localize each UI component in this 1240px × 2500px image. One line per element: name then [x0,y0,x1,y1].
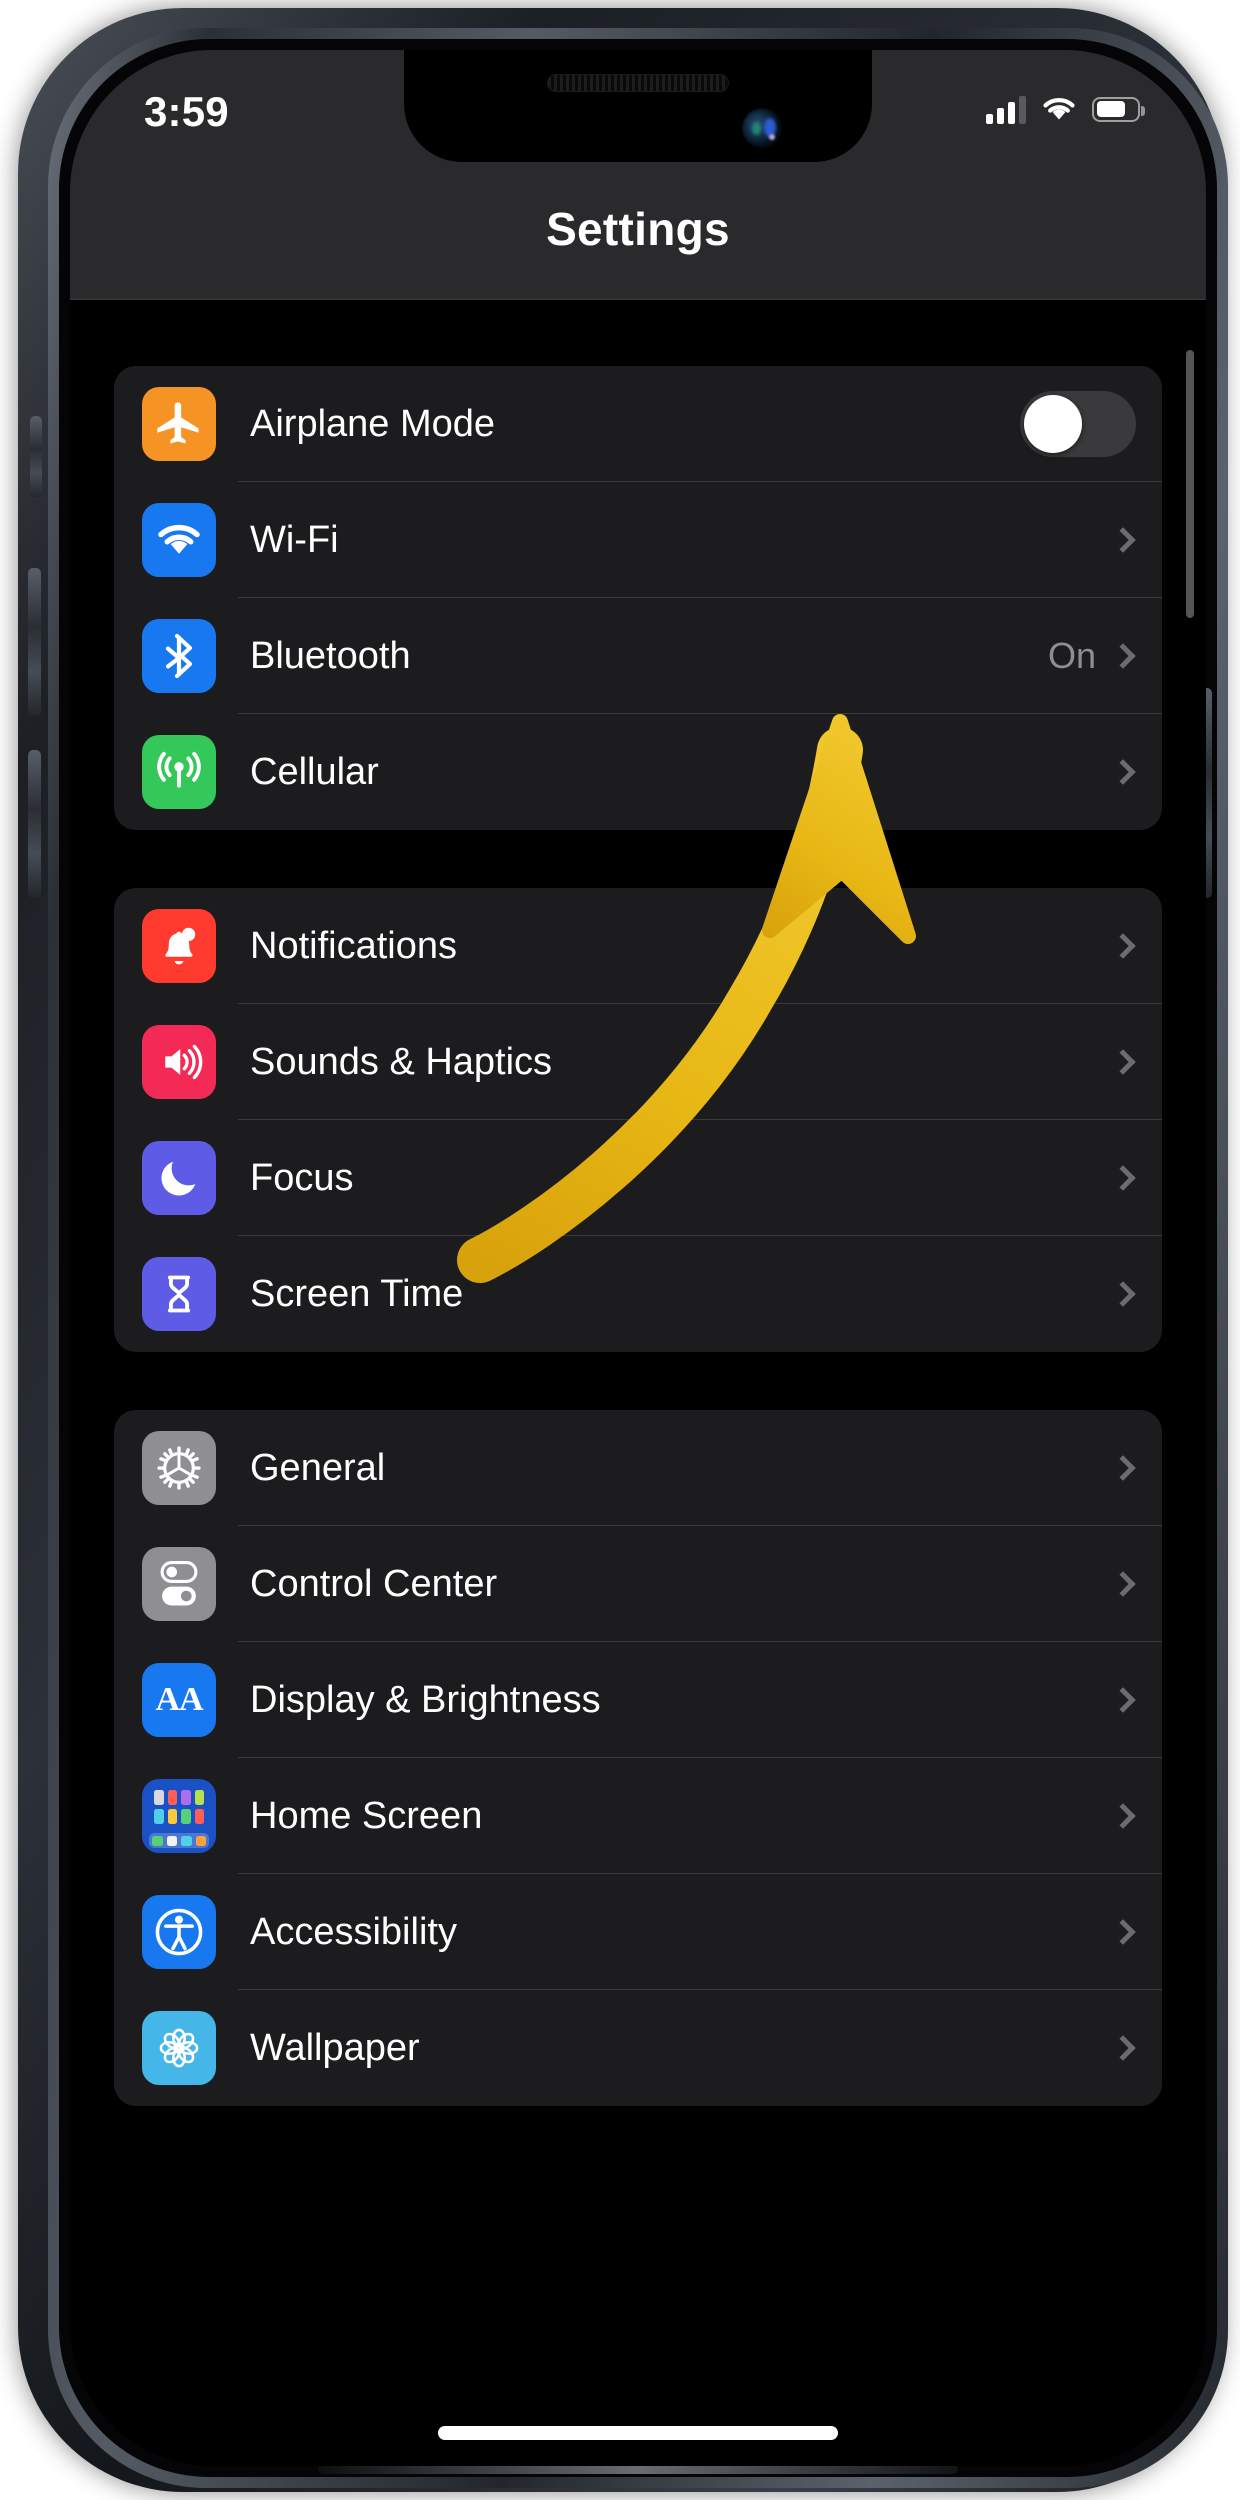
settings-row-label: Control Center [250,1562,498,1605]
hourglass-icon [142,1257,216,1331]
text-size-icon: AA [142,1663,216,1737]
volume-up-button[interactable] [28,568,41,716]
settings-row-control-center[interactable]: Control Center [114,1526,1162,1642]
settings-row-label: Display & Brightness [250,1678,601,1721]
chevron-right-icon [1110,1803,1136,1829]
cellular-icon [142,735,216,809]
settings-row-value: On [1047,635,1096,676]
chevron-right-icon [1110,1049,1136,1075]
settings-row-screen-time[interactable]: Screen Time [114,1236,1162,1352]
toggle-knob [1024,395,1082,453]
settings-row-label: Screen Time [250,1272,464,1315]
phone-frame: Settings 3:59 Airplane Mode Wi-Fi Blueto… [18,8,1228,2492]
phone-screen: Settings 3:59 Airplane Mode Wi-Fi Blueto… [70,50,1206,2466]
settings-group-alerts: Notifications Sounds & Haptics Focus Scr… [114,888,1162,1352]
scrollbar-indicator[interactable] [1186,350,1194,618]
silent-switch-button[interactable] [30,416,42,498]
settings-row-sounds-haptics[interactable]: Sounds & Haptics [114,1004,1162,1120]
settings-row-general[interactable]: General [114,1410,1162,1526]
home-indicator[interactable] [438,2426,838,2440]
settings-row-label: Home Screen [250,1794,483,1837]
airplane-icon [142,387,216,461]
gear-icon [142,1431,216,1505]
app-grid-dock [149,1833,209,1848]
settings-row-home-screen[interactable]: Home Screen [114,1758,1162,1874]
earpiece-speaker-icon [547,74,729,92]
flower-icon [142,2011,216,2085]
settings-row-label: Cellular [250,750,379,793]
chevron-right-icon [1110,2035,1136,2061]
settings-list: Airplane Mode Wi-Fi Bluetooth On Cellula… [70,300,1206,2466]
settings-row-airplane-mode[interactable]: Airplane Mode [114,366,1162,482]
bell-icon [142,909,216,983]
camera-lens-glint-violet [769,134,775,140]
notch [404,50,872,162]
speaker-icon [142,1025,216,1099]
wifi-icon [142,503,216,577]
front-camera-icon [742,108,782,148]
settings-row-accessibility[interactable]: Accessibility [114,1874,1162,1990]
volume-down-button[interactable] [28,750,41,898]
chevron-right-icon [1110,1919,1136,1945]
chevron-right-icon [1110,1687,1136,1713]
settings-row-label: Sounds & Haptics [250,1040,553,1083]
settings-row-notifications[interactable]: Notifications [114,888,1162,1004]
airplane-mode-toggle[interactable] [1020,391,1136,457]
sliders-icon [142,1547,216,1621]
chevron-right-icon [1110,1281,1136,1307]
settings-row-label: Wallpaper [250,2026,420,2069]
settings-row-label: Wi-Fi [250,518,339,561]
chevron-right-icon [1110,759,1136,785]
settings-row-wifi[interactable]: Wi-Fi [114,482,1162,598]
settings-row-label: Accessibility [250,1910,457,1953]
settings-group-system: General Control Center AA Display & Brig… [114,1410,1162,2106]
chevron-right-icon [1110,527,1136,553]
settings-row-label: Notifications [250,924,457,967]
text-size-glyph: AA [155,1681,203,1718]
settings-row-bluetooth[interactable]: Bluetooth On [114,598,1162,714]
chevron-right-icon [1110,643,1136,669]
chevron-right-icon [1110,933,1136,959]
settings-row-label: Airplane Mode [250,402,496,445]
settings-row-cellular[interactable]: Cellular [114,714,1162,830]
settings-row-label: General [250,1446,386,1489]
screenshot-stage: Settings 3:59 Airplane Mode Wi-Fi Blueto… [0,0,1240,2500]
settings-row-display-brightness[interactable]: AA Display & Brightness [114,1642,1162,1758]
chevron-right-icon [1110,1455,1136,1481]
bluetooth-icon [142,619,216,693]
settings-row-label: Focus [250,1156,354,1199]
camera-lens-glint-green [752,122,761,135]
moon-icon [142,1141,216,1215]
chevron-right-icon [1110,1571,1136,1597]
settings-row-focus[interactable]: Focus [114,1120,1162,1236]
page-title: Settings [546,203,730,255]
settings-row-wallpaper[interactable]: Wallpaper [114,1990,1162,2106]
app-grid-icon [142,1779,216,1853]
accessibility-icon [142,1895,216,1969]
settings-row-label: Bluetooth [250,634,411,677]
settings-group-connectivity: Airplane Mode Wi-Fi Bluetooth On Cellula… [114,366,1162,830]
chevron-right-icon [1110,1165,1136,1191]
